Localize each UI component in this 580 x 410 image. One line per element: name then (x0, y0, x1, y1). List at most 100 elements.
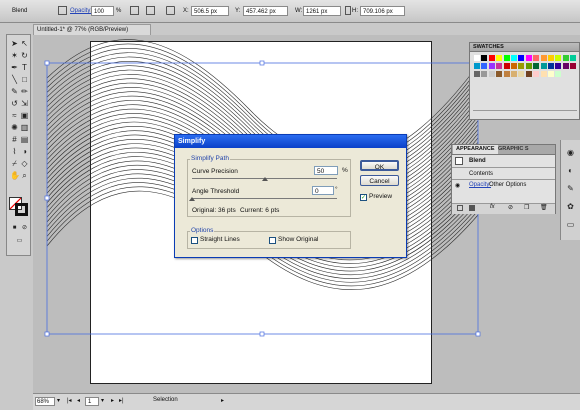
gradient-tool-icon[interactable]: ▤ (20, 135, 29, 144)
swatch[interactable] (496, 63, 503, 69)
color-mode-icon[interactable]: ■ (10, 224, 19, 233)
show-original-label[interactable]: Show Original (278, 236, 318, 243)
curve-precision-input[interactable]: 50 (314, 166, 338, 175)
swatch[interactable] (481, 55, 488, 61)
rotate-tool-icon[interactable]: ↺ (10, 99, 19, 108)
swatch[interactable] (503, 71, 510, 77)
swatch[interactable] (518, 63, 525, 69)
swatch[interactable] (525, 55, 532, 61)
swatch[interactable] (474, 55, 480, 61)
free-transform-tool-icon[interactable]: ▣ (20, 111, 29, 120)
tab-appearance[interactable]: APPEARANCE (453, 145, 498, 154)
swatch[interactable] (503, 63, 510, 69)
swatch[interactable] (496, 71, 503, 77)
show-original-checkbox[interactable] (269, 237, 276, 244)
type-tool-icon[interactable]: T (20, 63, 29, 72)
slice-tool-icon[interactable]: ⌿ (10, 159, 19, 168)
ok-button[interactable]: OK (360, 160, 399, 171)
mesh-tool-icon[interactable]: # (10, 135, 19, 144)
blend-tool-icon[interactable]: ◑ (20, 147, 29, 156)
angle-threshold-slider[interactable] (192, 198, 337, 199)
swatch[interactable] (548, 71, 554, 77)
swatch[interactable] (562, 63, 569, 69)
column-graph-tool-icon[interactable]: ▥ (20, 123, 29, 132)
duplicate-item-icon[interactable]: ❐ (524, 204, 529, 211)
swatch[interactable] (570, 55, 577, 61)
zoom-tool-icon[interactable]: ⌕ (20, 171, 29, 180)
page-field[interactable]: 1 (85, 397, 99, 406)
swatch[interactable] (555, 55, 562, 61)
swatch[interactable] (533, 63, 540, 69)
swatch[interactable] (518, 71, 525, 77)
magic-wand-tool-icon[interactable]: ✶ (10, 51, 19, 60)
paintbrush-tool-icon[interactable]: ✎ (10, 87, 19, 96)
swatch[interactable] (525, 63, 532, 69)
preview-label[interactable]: Preview (369, 193, 392, 200)
symbols-panel-icon[interactable]: ✿ (566, 202, 575, 211)
swatch[interactable] (533, 55, 540, 61)
layers-panel-icon[interactable]: ▭ (566, 220, 575, 229)
next-page-icon[interactable]: ▸ (111, 397, 114, 404)
cancel-button[interactable]: Cancel (360, 175, 399, 186)
pencil-tool-icon[interactable]: ✏ (20, 87, 29, 96)
swatch[interactable] (548, 63, 554, 69)
zoom-field[interactable]: 68% (35, 397, 55, 406)
warp-tool-icon[interactable]: ≈ (10, 111, 19, 120)
direct-selection-tool-icon[interactable]: ↖ (20, 39, 29, 48)
swatch[interactable] (548, 55, 554, 61)
color-panel-icon[interactable]: ◉ (566, 148, 575, 157)
preview-checkbox[interactable]: ✓ (360, 194, 367, 201)
swatch[interactable] (474, 63, 480, 69)
swatch[interactable] (570, 63, 577, 69)
dialog-title[interactable]: Simplify (175, 135, 406, 148)
swatch[interactable] (540, 55, 547, 61)
brushes-panel-icon[interactable]: ✎ (566, 184, 575, 193)
swatch[interactable] (511, 63, 517, 69)
clear-appearance-icon[interactable]: ⊘ (508, 204, 513, 211)
swatch[interactable] (562, 55, 569, 61)
swatch[interactable] (488, 55, 495, 61)
eraser-tool-icon[interactable]: ◇ (20, 159, 29, 168)
appearance-opacity-link[interactable]: Opacity: (469, 182, 491, 188)
angle-threshold-slider-thumb[interactable] (189, 197, 195, 201)
line-tool-icon[interactable]: ╲ (10, 75, 19, 84)
none-mode-icon[interactable]: ⊘ (20, 224, 29, 233)
selection-tool-icon[interactable]: ➤ (10, 39, 19, 48)
visibility-eye-icon[interactable]: ◉ (455, 182, 460, 189)
lasso-tool-icon[interactable]: ↻ (20, 51, 29, 60)
swatch[interactable] (540, 71, 547, 77)
symbol-sprayer-tool-icon[interactable]: ✺ (10, 123, 19, 132)
appearance-contents[interactable]: Contents (469, 171, 493, 177)
swatch[interactable] (518, 55, 525, 61)
swatch[interactable] (511, 55, 517, 61)
swatch[interactable] (540, 63, 547, 69)
stroke-color-icon[interactable] (15, 203, 28, 216)
swatch[interactable] (488, 63, 495, 69)
effects-icon[interactable]: fx (490, 204, 495, 210)
swatch[interactable] (533, 71, 540, 77)
straight-lines-label[interactable]: Straight Lines (200, 236, 240, 243)
hand-tool-icon[interactable]: ✋ (10, 171, 20, 180)
straight-lines-checkbox[interactable] (191, 237, 198, 244)
add-stroke-icon[interactable] (457, 205, 463, 211)
status-menu-icon[interactable]: ▸ (221, 397, 224, 404)
last-page-icon[interactable]: ▸| (119, 397, 124, 404)
swatch[interactable] (555, 63, 562, 69)
rectangle-tool-icon[interactable]: □ (20, 75, 29, 84)
swatch[interactable] (481, 63, 488, 69)
swatch[interactable] (481, 71, 488, 77)
swatch[interactable] (555, 71, 562, 77)
swatch[interactable] (503, 55, 510, 61)
tab-graphic-styles[interactable]: GRAPHIC S (498, 145, 529, 154)
swatch[interactable] (511, 71, 517, 77)
swatch[interactable] (525, 71, 532, 77)
first-page-icon[interactable]: |◂ (67, 397, 72, 404)
prev-page-icon[interactable]: ◂ (77, 397, 80, 404)
eyedropper-tool-icon[interactable]: ⌇ (10, 147, 19, 156)
angle-threshold-input[interactable]: 0 (312, 186, 334, 195)
pen-tool-icon[interactable]: ✒ (10, 63, 19, 72)
delete-item-icon[interactable]: 🗑 (540, 204, 548, 211)
page-dropdown-icon[interactable]: ▾ (101, 397, 104, 404)
swatch[interactable] (474, 71, 480, 77)
swatch[interactable] (488, 71, 495, 77)
